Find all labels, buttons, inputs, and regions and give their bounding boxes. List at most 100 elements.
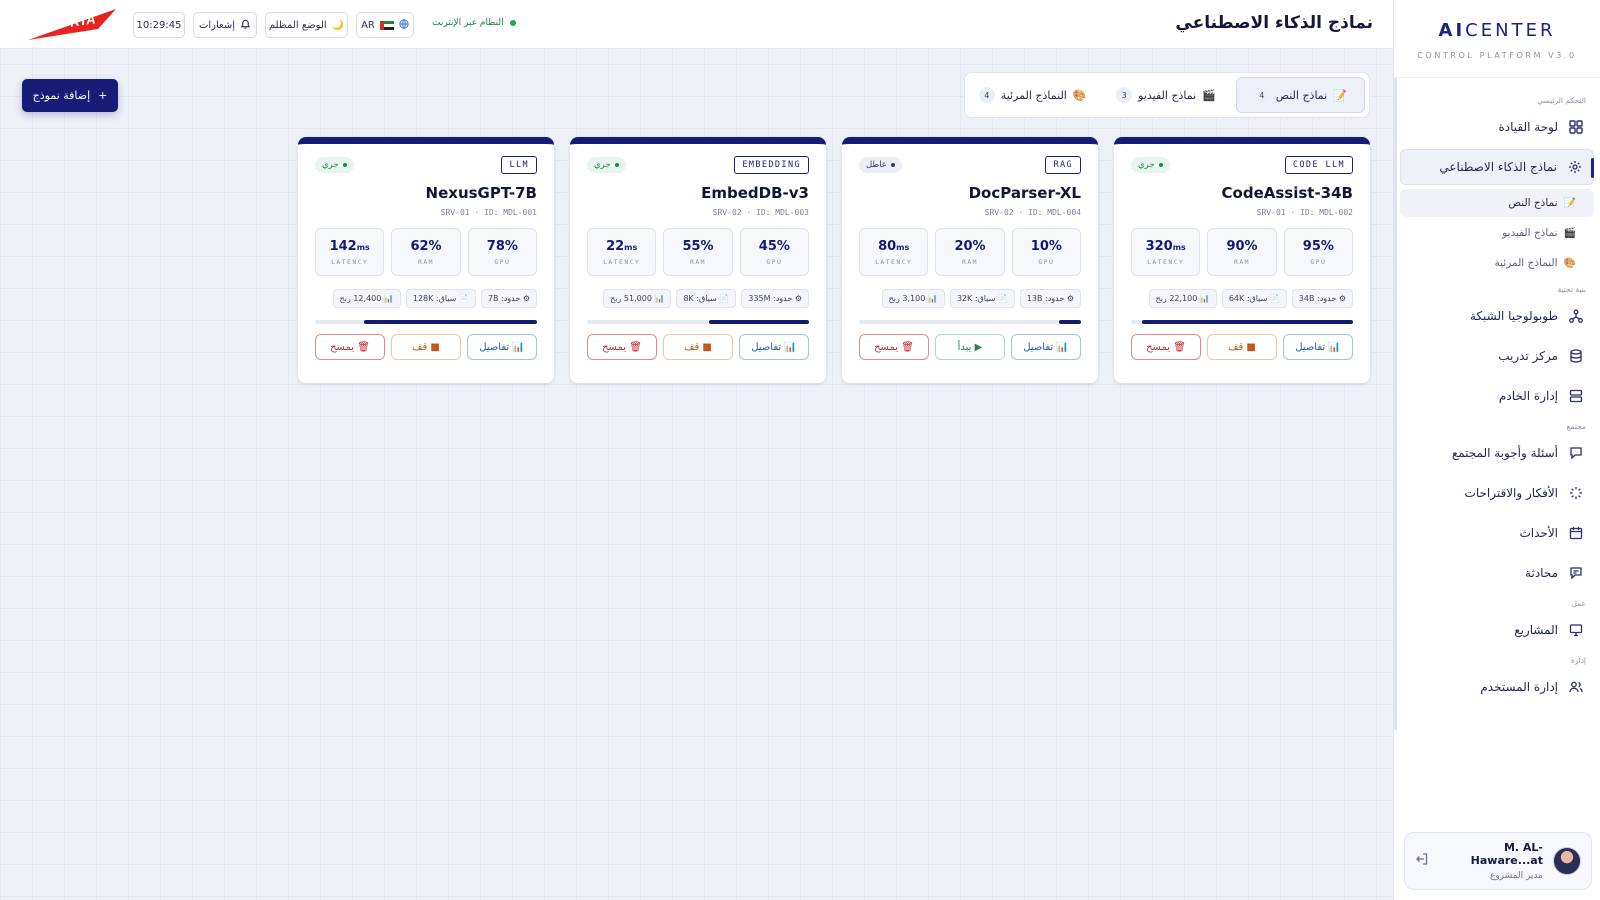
user-name: M. AL-Haware...at [1470,841,1543,867]
model-card: RAG عاطل DocParser-XL SRV-02 · ID: MDL-0… [842,137,1098,383]
params-chip: ⚙ حدود: 335M [741,289,809,308]
usage-progress-bar [859,320,1081,324]
details-button[interactable]: 📊 تفاصيل [467,334,537,360]
brand-title: AICENTER [1438,20,1556,41]
sidebar-item-dashboard[interactable]: لوحة القيادة [1400,109,1594,145]
sidebar: AICENTER CONTROL PLATFORM V3.0 التحكم ال… [1393,0,1600,900]
sidebar-item-projects[interactable]: المشاريع [1400,612,1594,648]
language-selector[interactable]: AR [356,12,414,38]
start-button[interactable]: ▶ يبدأ [935,334,1005,360]
tab-visual-models[interactable]: 🎨 النماذج المرئية 4 [969,77,1096,113]
section-label-admin: إدارة [1570,656,1586,665]
tab-label: نماذج الفيديو [1138,88,1197,102]
add-model-label: إضافة نموذج [32,89,91,102]
tab-video-models[interactable]: 🎬 نماذج الفيديو 3 [1102,77,1229,113]
usage-chip: 📊 3,100 ربح [881,289,945,308]
metric-latency: 80ms LATENCY [859,228,929,276]
tab-count: 3 [1116,87,1133,103]
language-label: AR [361,19,375,31]
metric-latency: 22ms LATENCY [587,228,657,276]
sidebar-item-ai-models[interactable]: نماذج الذكاء الاصطناعي [1400,149,1594,185]
stop-button[interactable]: ■ قف [663,334,733,360]
sidebar-nav: التحكم الرئيسي لوحة القيادة نماذج الذكاء… [1394,78,1600,705]
notifications-label: إشعارات [198,19,236,31]
metric-ram: 90% RAM [1207,228,1277,276]
details-button[interactable]: 📊 تفاصيل [739,334,809,360]
delete-button[interactable]: 🗑 يمسح [1131,334,1201,360]
delete-button[interactable]: 🗑 يمسح [315,334,385,360]
sidebar-item-events[interactable]: الأحداث [1400,515,1594,551]
status-dot [509,20,516,26]
model-card: CODE LLM جري CodeAssist-34B SRV-01 · ID:… [1114,137,1370,383]
status-badge: جري [315,157,354,173]
model-meta: SRV-02 · ID: MDL-004 [984,208,1081,217]
model-card: LLM جري NexusGPT-7B SRV-01 · ID: MDL-001… [298,137,554,383]
brand-logo[interactable]: AICENTER CONTROL PLATFORM V3.0 [1394,0,1600,78]
clapper-icon: 🎬 [1202,88,1216,102]
dark-mode-toggle[interactable]: 🌙 الوضع المظلم [265,12,348,38]
sidebar-subitem-label: نماذج الفيديو [1502,227,1558,239]
context-chip: 📄 سياق: 32K [949,289,1015,308]
brand-subtitle: CONTROL PLATFORM V3.0 [1417,51,1577,60]
plus-icon: + [98,89,108,102]
params-chip: ⚙ حدود: 13B [1019,289,1081,308]
stop-button[interactable]: ■ قف [391,334,461,360]
user-role: مدير المشروع [1489,871,1543,881]
sidebar-item-label: أسئلة وأجوبة المجتمع [1451,446,1558,460]
sidebar-item-community-qa[interactable]: أسئلة وأجوبة المجتمع [1400,435,1594,471]
context-chip: 📄 سياق: 128K [405,289,476,308]
user-profile-card[interactable]: M. AL-Haware...at مدير المشروع [1404,832,1592,890]
sidebar-scrollbar[interactable] [1394,78,1397,730]
palette-icon: 🎨 [1563,257,1576,269]
calendar-icon [1568,525,1584,541]
grid-icon [1568,119,1584,135]
message-icon [1568,565,1584,581]
metric-gpu: 45% GPU [739,228,809,276]
metric-gpu: 95% GPU [1283,228,1353,276]
context-chip: 📄 سياق: 64K [1221,289,1287,308]
metric-ram: 55% RAM [663,228,733,276]
memo-icon: 📝 [1563,197,1576,209]
sidebar-item-chat[interactable]: محادثة [1400,555,1594,591]
system-status: النظام عبر الإنترنت [432,18,516,28]
system-status-label: النظام عبر الإنترنت [432,18,504,28]
metric-gpu: 10% GPU [1011,228,1081,276]
model-name: NexusGPT-7B [425,184,537,202]
sidebar-item-user-management[interactable]: إدارة المستخدم [1400,669,1594,705]
sidebar-subitem-visual-models[interactable]: 🎨 النماذج المرئية [1400,249,1594,277]
model-name: DocParser-XL [968,184,1081,202]
sidebar-item-training-center[interactable]: مركز تدريب [1400,338,1594,374]
server-icon [1568,388,1584,404]
clapper-icon: 🎬 [1563,227,1576,239]
logout-icon[interactable] [1415,852,1429,870]
sparkle-icon [1567,159,1583,175]
add-model-button[interactable]: + إضافة نموذج [22,79,118,112]
usage-chip: 📊 22,100 ربح [1148,289,1217,308]
rta-logo: RTA [28,9,116,40]
details-button[interactable]: 📊 تفاصيل [1011,334,1081,360]
metric-latency: 320ms LATENCY [1131,228,1201,276]
model-meta: SRV-01 · ID: MDL-001 [440,208,537,217]
model-name: EmbedDB-v3 [701,184,809,202]
sidebar-subitem-video-models[interactable]: 🎬 نماذج الفيديو [1400,219,1594,247]
tab-text-models[interactable]: 📝 نماذج النص 4 [1235,77,1365,113]
monitor-icon [1568,622,1584,638]
stop-button[interactable]: ■ قف [1207,334,1277,360]
sidebar-item-network-topology[interactable]: طوبولوجيا الشبكة [1400,298,1594,334]
sidebar-item-server-management[interactable]: إدارة الخادم [1400,378,1594,414]
model-name: CodeAssist-34B [1221,184,1353,202]
notifications-button[interactable]: إشعارات [193,12,257,38]
sidebar-item-label: الأحداث [1519,526,1558,540]
model-type-tag: CODE LLM [1284,156,1353,174]
dark-mode-label: الوضع المظلم [268,19,327,31]
delete-button[interactable]: 🗑 يمسح [587,334,657,360]
sidebar-item-ideas[interactable]: الأفكار والاقتراحات [1400,475,1594,511]
sidebar-subitem-text-models[interactable]: 📝 نماذج النص [1400,189,1594,217]
model-type-tag: LLM [501,156,537,174]
details-button[interactable]: 📊 تفاصيل [1283,334,1353,360]
tab-count: 4 [978,87,995,103]
usage-progress-bar [315,320,537,324]
delete-button[interactable]: 🗑 يمسح [859,334,929,360]
page-title: نماذج الذكاء الاصطناعي [1175,13,1373,33]
clock: 10:29:45 [133,12,185,38]
